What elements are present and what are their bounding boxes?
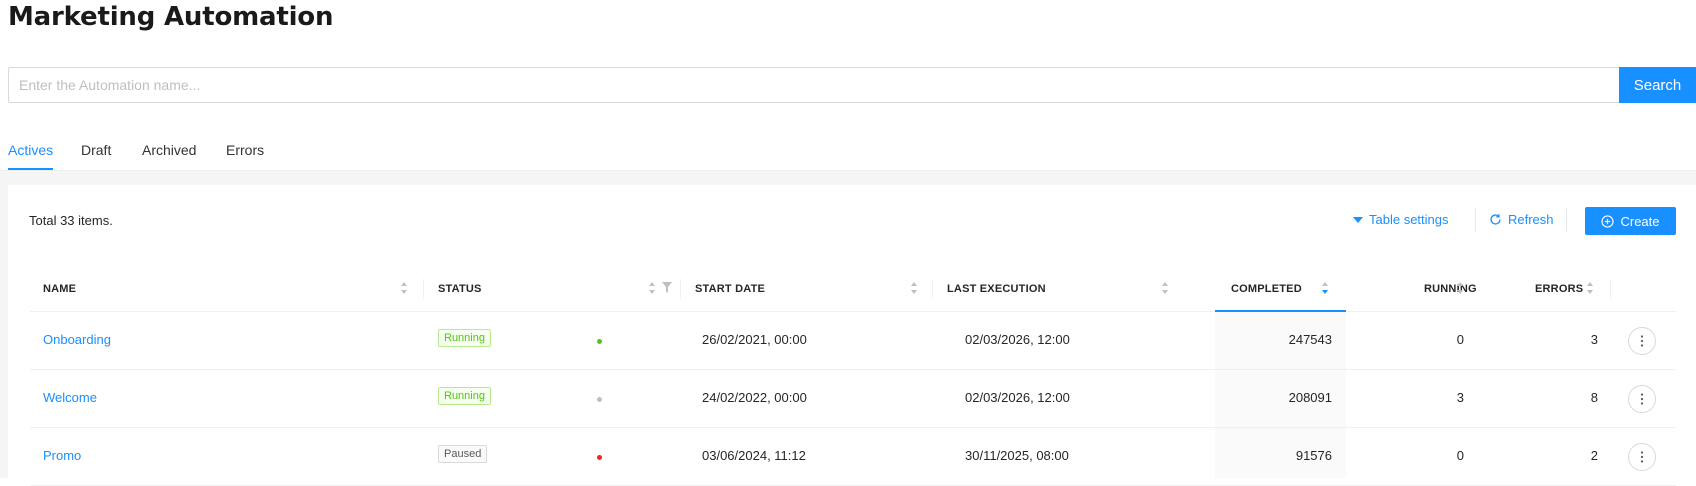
status-indicator-dot [597, 339, 602, 344]
caret-down-icon [1353, 216, 1363, 223]
status-tabs: Actives Draft Archived Errors [0, 135, 1696, 171]
column-header-status[interactable]: STATUS [438, 283, 482, 295]
plus-circle-icon [1601, 214, 1615, 228]
create-label: Create [1620, 213, 1660, 229]
completed-count: 91576 [1295, 448, 1332, 463]
sort-icon[interactable] [910, 281, 918, 295]
toolbar-divider [1475, 208, 1476, 232]
column-divider [423, 279, 424, 299]
filter-icon[interactable] [662, 282, 672, 293]
completed-count: 208091 [1288, 390, 1332, 405]
last-execution: 30/11/2025, 08:00 [965, 448, 1069, 463]
column-divider [1610, 279, 1611, 299]
start-date: 24/02/2022, 00:00 [702, 390, 807, 405]
automation-name-link[interactable]: Onboarding [43, 332, 111, 347]
table-row: Promo Paused 03/06/2024, 11:12 30/11/202… [30, 428, 1676, 486]
column-header-last-execution[interactable]: LAST EXECUTION [947, 283, 1046, 295]
start-date: 26/02/2021, 00:00 [702, 332, 807, 347]
refresh-button[interactable]: Refresh [1489, 212, 1554, 227]
status-indicator-dot [597, 397, 602, 402]
refresh-label: Refresh [1508, 212, 1554, 227]
toolbar-divider [1566, 208, 1567, 232]
last-execution: 02/03/2026, 12:00 [965, 390, 1070, 405]
errors-count: 3 [1590, 332, 1598, 347]
column-header-completed[interactable]: COMPLETED [1231, 283, 1302, 295]
more-vertical-icon [1640, 335, 1644, 347]
column-header-start-date[interactable]: START DATE [695, 283, 765, 295]
sort-descending-icon[interactable] [1321, 281, 1329, 295]
last-execution: 02/03/2026, 12:00 [965, 332, 1070, 347]
status-badge: Paused [438, 445, 488, 463]
reload-icon [1490, 214, 1501, 225]
completed-count: 247543 [1288, 332, 1332, 347]
more-vertical-icon [1640, 451, 1644, 463]
column-header-running[interactable]: RUNNING [1424, 283, 1477, 295]
status-badge: Running [438, 387, 491, 405]
tab-actives[interactable]: Actives [8, 142, 53, 158]
search-bar: Search [8, 67, 1696, 103]
total-items-count: Total 33 items. [29, 213, 113, 228]
status-badge: Running [438, 329, 491, 347]
column-header-errors[interactable]: ERRORS [1535, 283, 1583, 295]
automation-name-link[interactable]: Welcome [43, 390, 97, 405]
table-header: NAME STATUS START DATE LAST EXECUTION CO… [30, 266, 1676, 312]
tab-archived[interactable]: Archived [142, 142, 196, 158]
column-header-name[interactable]: NAME [43, 283, 76, 295]
create-button[interactable]: Create [1585, 207, 1676, 235]
page-title: Marketing Automation [8, 2, 334, 32]
tab-errors[interactable]: Errors [226, 142, 264, 158]
table-settings-button[interactable]: Table settings [1353, 212, 1449, 227]
sort-icon[interactable] [1586, 281, 1594, 295]
sort-icon[interactable] [1456, 281, 1464, 295]
running-count: 0 [1456, 448, 1464, 463]
sort-icon[interactable] [1161, 281, 1169, 295]
sort-icon[interactable] [648, 281, 656, 295]
tab-draft[interactable]: Draft [81, 142, 111, 158]
running-count: 3 [1456, 390, 1464, 405]
active-tab-indicator [8, 168, 53, 170]
automation-name-link[interactable]: Promo [43, 448, 81, 463]
sort-icon[interactable] [400, 281, 408, 295]
table-row: Onboarding Running 26/02/2021, 00:00 02/… [30, 312, 1676, 370]
errors-count: 8 [1590, 390, 1598, 405]
running-count: 0 [1456, 332, 1464, 347]
table-row: Welcome Running 24/02/2022, 00:00 02/03/… [30, 370, 1676, 428]
search-input[interactable] [8, 67, 1619, 103]
column-divider [680, 279, 681, 299]
table-settings-label: Table settings [1369, 212, 1449, 227]
row-actions-button[interactable] [1628, 385, 1656, 413]
search-button[interactable]: Search [1619, 67, 1696, 103]
row-actions-button[interactable] [1628, 327, 1656, 355]
column-divider [932, 279, 933, 299]
more-vertical-icon [1640, 393, 1644, 405]
row-actions-button[interactable] [1628, 443, 1656, 471]
errors-count: 2 [1590, 448, 1598, 463]
start-date: 03/06/2024, 11:12 [702, 448, 806, 463]
status-indicator-dot [597, 455, 602, 460]
